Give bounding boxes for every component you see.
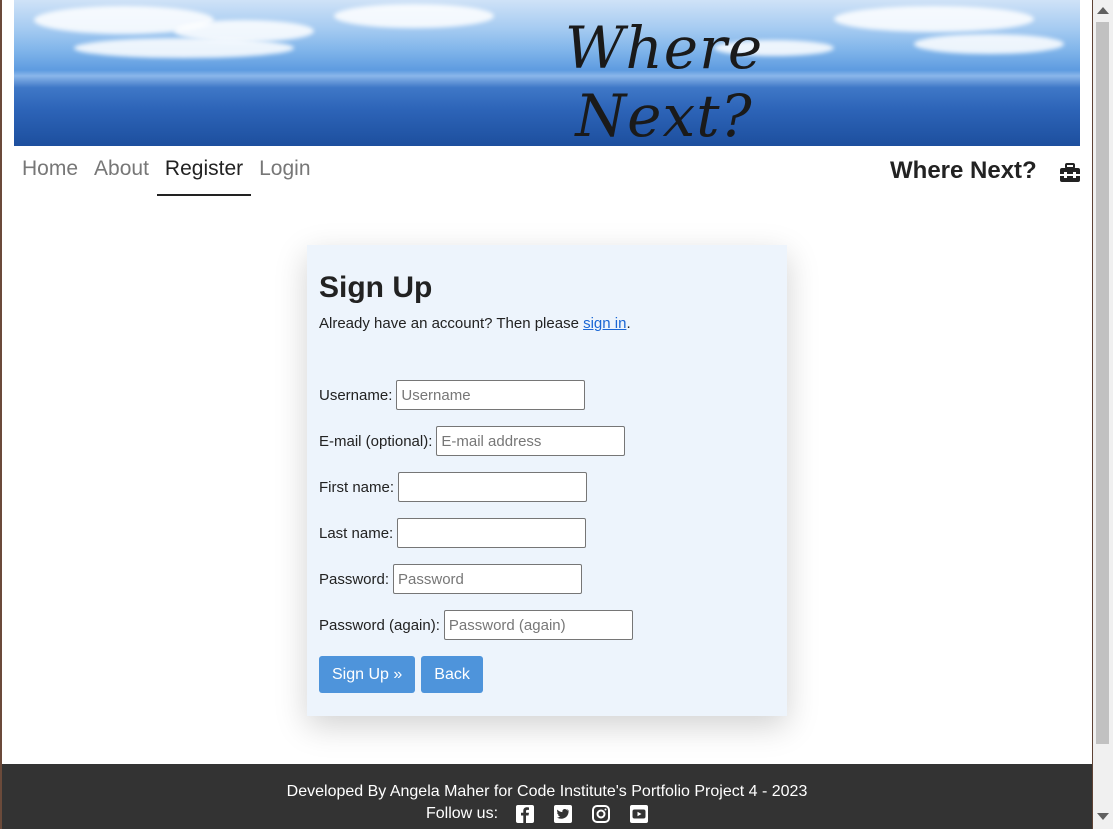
- nav-register[interactable]: Register: [156, 150, 252, 196]
- username-label: Username:: [319, 386, 393, 404]
- password-row: Password:: [319, 556, 775, 602]
- password-again-input[interactable]: [443, 610, 633, 640]
- sign-in-link[interactable]: sign in: [583, 315, 626, 332]
- username-row: Username:: [319, 372, 775, 418]
- twitter-icon[interactable]: [554, 805, 573, 823]
- main-nav: Home About Register Login: [14, 150, 319, 198]
- footer: Developed By Angela Maher for Code Insti…: [2, 764, 1092, 829]
- nav-home[interactable]: Home: [14, 150, 86, 196]
- developer-credit: Developed By Angela Maher for Code Insti…: [286, 783, 808, 800]
- password-again-label: Password (again):: [319, 616, 440, 634]
- signup-form: Username: E-mail (optional): First name:…: [319, 372, 775, 693]
- last-name-row: Last name:: [319, 510, 775, 556]
- youtube-icon[interactable]: [630, 805, 649, 823]
- password-again-row: Password (again):: [319, 602, 775, 648]
- hero-banner: Where Next?: [14, 0, 1080, 146]
- scroll-down-arrow-icon[interactable]: [1097, 813, 1109, 820]
- password-label: Password:: [319, 570, 390, 588]
- page-title: Sign Up: [319, 271, 433, 304]
- email-input[interactable]: [436, 426, 626, 456]
- password-input[interactable]: [393, 564, 583, 594]
- form-buttons: Sign Up » Back: [319, 656, 775, 693]
- scroll-up-arrow-icon[interactable]: [1097, 7, 1109, 14]
- follow-us: Follow us:: [2, 805, 1092, 823]
- first-name-row: First name:: [319, 464, 775, 510]
- first-name-input[interactable]: [398, 472, 588, 502]
- email-row: E-mail (optional):: [319, 418, 775, 464]
- toolbox-icon: [1060, 163, 1080, 182]
- follow-label: Follow us:: [425, 805, 499, 822]
- back-button[interactable]: Back: [421, 656, 483, 693]
- signup-card: Sign Up Already have an account? Then pl…: [307, 245, 787, 716]
- username-input[interactable]: [396, 380, 586, 410]
- hero-title: Where Next?: [564, 14, 764, 146]
- first-name-label: First name:: [319, 478, 395, 496]
- nav-login[interactable]: Login: [251, 150, 318, 196]
- sign-up-button[interactable]: Sign Up »: [319, 656, 416, 693]
- vertical-scrollbar[interactable]: [1093, 0, 1113, 829]
- last-name-label: Last name:: [319, 524, 394, 542]
- facebook-icon[interactable]: [516, 805, 535, 823]
- nav-about[interactable]: About: [86, 150, 157, 196]
- brand-title[interactable]: Where Next?: [890, 157, 1037, 185]
- scrollbar-thumb[interactable]: [1096, 22, 1109, 744]
- last-name-input[interactable]: [397, 518, 587, 548]
- email-label: E-mail (optional):: [319, 432, 433, 450]
- instagram-icon[interactable]: [592, 805, 611, 823]
- signin-prompt: Already have an account? Then please sig…: [319, 315, 631, 332]
- page: Where Next? Home About Register Login Wh…: [2, 0, 1092, 829]
